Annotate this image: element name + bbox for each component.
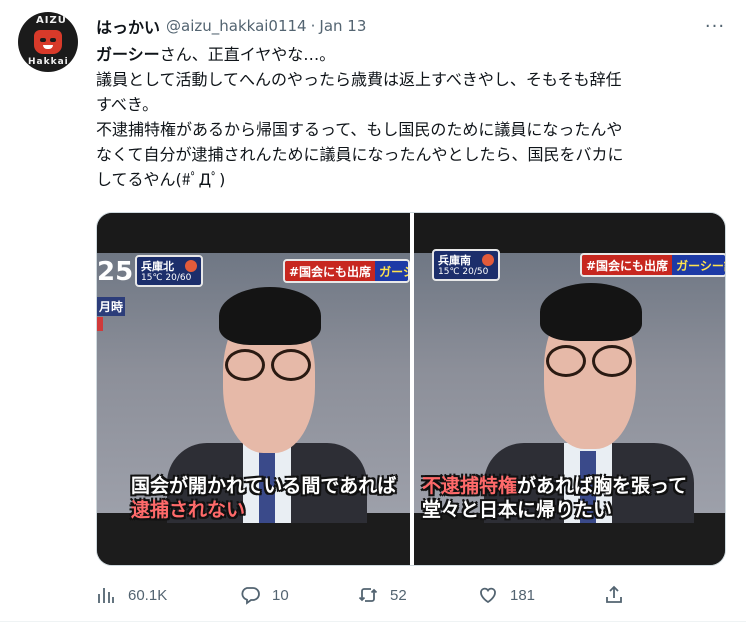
tweet-text-line-1: ガーシーさん、正直イヤやな…。 xyxy=(96,42,726,67)
tweet-text: ガーシーさん、正直イヤやな…。 議員として活動してへんのやったら歳費は返上すべき… xyxy=(96,42,726,192)
display-name[interactable]: はっかい xyxy=(96,14,160,38)
weather-region: 兵庫南 xyxy=(438,254,471,267)
weather-sun-icon xyxy=(482,254,494,266)
reply-icon xyxy=(241,587,260,605)
tv-frame-top xyxy=(97,213,410,253)
banner-text: ガーシー議 xyxy=(672,255,725,275)
tweet-text-line-2: 議員として活動してへんのやったら歳費は返上すべきやし、そもそも辞任 xyxy=(96,70,622,89)
tweet[interactable]: AIZU Hakkai はっかい @aizu_hakkai0114 · Jan … xyxy=(0,0,746,622)
more-options-icon[interactable]: ··· xyxy=(700,14,730,38)
retweet-icon xyxy=(358,588,378,602)
action-bar: 60.1K 10 52 181 xyxy=(96,578,726,612)
avatar-bottom-text: Hakkai xyxy=(28,57,69,67)
views-icon xyxy=(98,588,114,603)
subtitle-line-1: 不逮捕特権があれば胸を張って xyxy=(422,471,687,498)
share-button[interactable] xyxy=(604,578,624,612)
avatar-face-image xyxy=(34,30,62,54)
separator-dot: · xyxy=(310,17,316,35)
subtitle-line-2: 堂々と日本に帰りたい xyxy=(422,499,613,521)
reply-count: 10 xyxy=(272,586,289,604)
banner-tag: #国会にも出席 xyxy=(582,255,673,275)
banner-tag: #国会にも出席 xyxy=(285,261,376,281)
avatar-top-text: AIZU xyxy=(36,15,67,26)
retweet-button[interactable]: 52 xyxy=(358,578,407,612)
red-marker xyxy=(97,317,103,331)
retweet-count: 52 xyxy=(390,586,407,604)
tweet-text-line-3: すべき。 xyxy=(96,95,159,114)
news-banner: #国会にも出席 ガーシー議 xyxy=(580,253,725,277)
share-icon xyxy=(606,585,622,603)
subtitle-white-part: があれば胸を張って xyxy=(517,475,688,497)
news-banner: #国会にも出席 ガーシ xyxy=(283,259,410,283)
views-button[interactable]: 60.1K xyxy=(96,578,167,612)
media-grid: 25 月時 兵庫北 15℃ 20/60 #国会にも出席 ガーシ xyxy=(96,212,726,566)
like-count: 181 xyxy=(510,586,536,604)
weather-temp: 15℃ 20/60 xyxy=(141,273,192,283)
reply-button[interactable]: 10 xyxy=(240,578,289,612)
avatar[interactable]: AIZU Hakkai xyxy=(18,12,78,72)
mention-name: ガーシー xyxy=(96,45,160,64)
weather-region: 兵庫北 xyxy=(141,260,174,273)
tweet-text-line-1-rest: さん、正直イヤやな…。 xyxy=(159,45,336,64)
ticker-side-label: 月時 xyxy=(97,297,126,316)
media-photo-left[interactable]: 25 月時 兵庫北 15℃ 20/60 #国会にも出席 ガーシ xyxy=(97,213,410,565)
views-count: 60.1K xyxy=(128,586,168,604)
tweet-text-line-5: なくて自分が逮捕されんために議員になったんやとしたら、国民をバカに xyxy=(96,145,624,164)
tv-frame-top xyxy=(414,213,725,253)
tweet-text-line-4: 不逮捕特権があるから帰国するって、もし国民のために議員になったんや xyxy=(96,120,623,139)
subtitle-red-part: 不逮捕特権 xyxy=(422,475,518,497)
tweet-date[interactable]: Jan 13 xyxy=(319,17,366,35)
media-photo-right[interactable]: 兵庫南 15℃ 20/50 #国会にも出席 ガーシー議 不逮捕特権があれば胸を張… xyxy=(414,213,725,565)
ticker-number: 25 xyxy=(97,257,134,287)
tweet-header: はっかい @aizu_hakkai0114 · Jan 13 xyxy=(96,14,366,38)
weather-box: 兵庫南 15℃ 20/50 xyxy=(432,249,500,281)
subtitle-line-1: 国会が開かれている間であれば xyxy=(131,475,397,497)
subtitle-line-2: 逮捕されない xyxy=(131,499,246,521)
like-button[interactable]: 181 xyxy=(478,578,535,612)
weather-sun-icon xyxy=(185,260,197,272)
weather-temp: 15℃ 20/50 xyxy=(438,267,489,277)
banner-text: ガーシ xyxy=(375,261,408,281)
user-handle[interactable]: @aizu_hakkai0114 xyxy=(166,17,307,35)
heart-icon xyxy=(480,587,496,604)
tweet-text-line-6: してるやん(#ﾟДﾟ) xyxy=(96,170,226,189)
